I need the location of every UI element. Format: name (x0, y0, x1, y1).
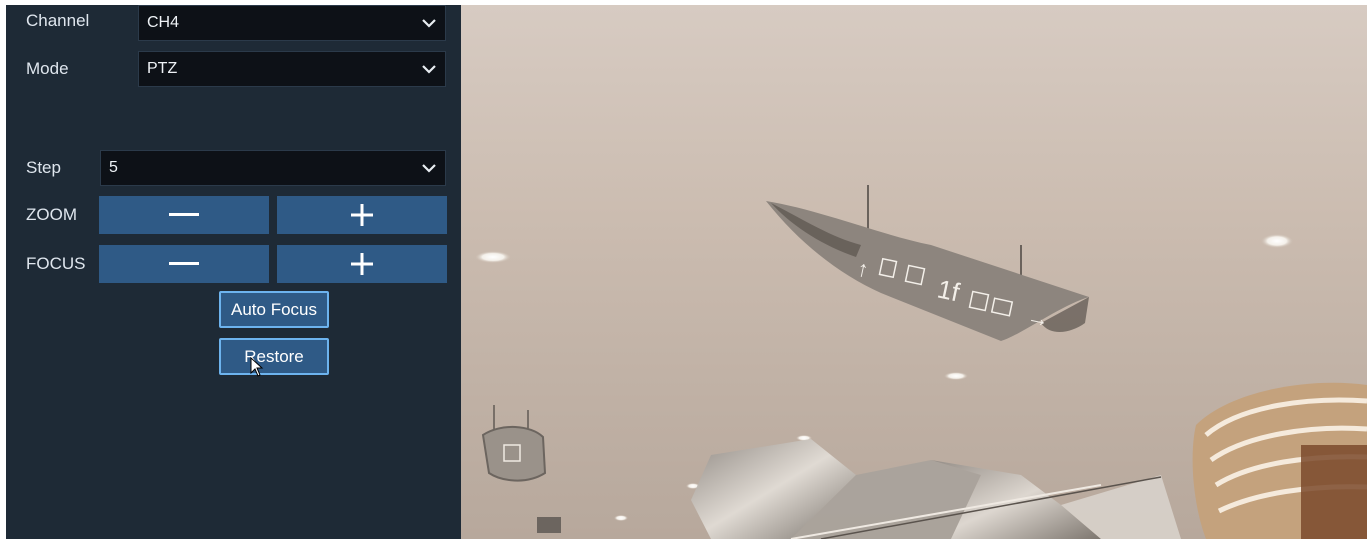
channel-select[interactable]: CH4 (138, 5, 446, 41)
zoom-out-button[interactable] (99, 196, 269, 234)
camera-live-view[interactable]: ↑ 1f → (461, 5, 1367, 539)
focus-near-button[interactable] (99, 245, 269, 283)
zoom-label: ZOOM (26, 205, 77, 224)
focus-far-button[interactable] (277, 245, 447, 283)
step-select[interactable]: 5 (100, 150, 446, 186)
chevron-down-icon (422, 19, 436, 28)
plus-icon (351, 204, 373, 226)
minus-icon (169, 213, 199, 216)
auto-focus-button[interactable]: Auto Focus (219, 291, 329, 328)
plus-icon (351, 253, 373, 275)
mode-select[interactable]: PTZ (138, 51, 446, 87)
hanging-direction-sign: ↑ 1f → (766, 201, 1089, 341)
zoom-in-button[interactable] (277, 196, 447, 234)
restore-button[interactable]: Restore (219, 338, 329, 375)
step-value: 5 (109, 159, 118, 176)
mouse-pointer-icon (250, 357, 264, 377)
channel-label: Channel (26, 11, 90, 30)
focus-label: FOCUS (26, 254, 86, 273)
chevron-down-icon (422, 164, 436, 173)
camera-scene-image: ↑ 1f → (475, 185, 1367, 539)
mode-value: PTZ (147, 60, 178, 77)
channel-value: CH4 (147, 14, 180, 31)
ptz-control-panel: Channel CH4 Mode PTZ Step 5 ZOOM FOCUS A… (6, 5, 461, 539)
mode-label: Mode (26, 59, 69, 78)
minus-icon (169, 262, 199, 265)
chevron-down-icon (422, 65, 436, 74)
step-label: Step (26, 158, 61, 177)
